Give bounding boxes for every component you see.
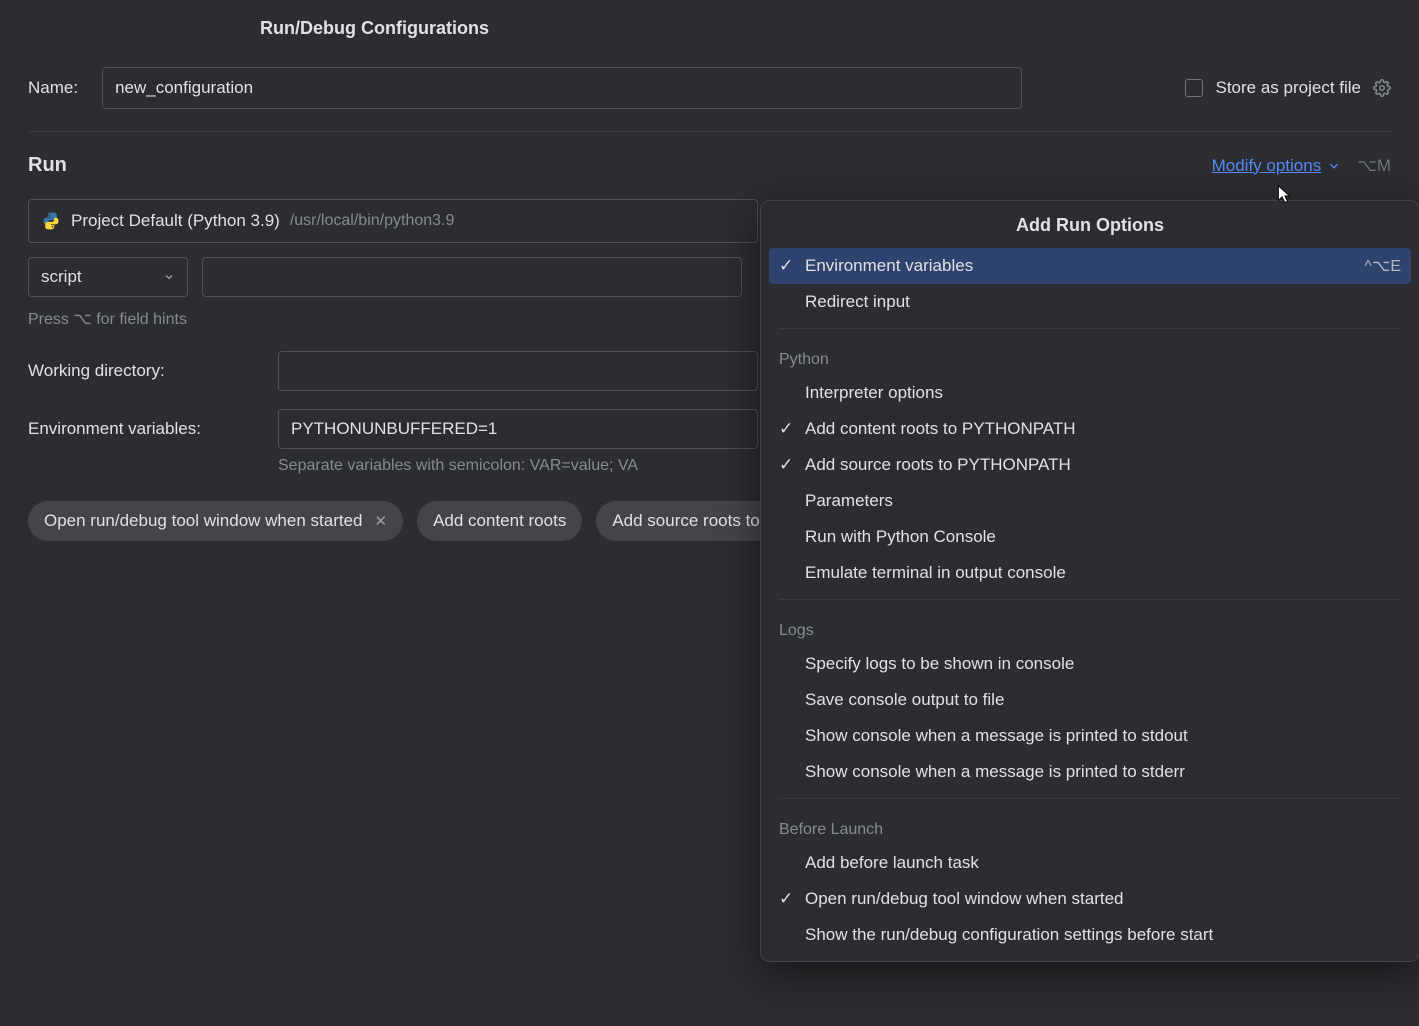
menu-label: Save console output to file xyxy=(805,690,1004,710)
menu-separator xyxy=(779,599,1401,600)
menu-section-logs: Logs xyxy=(761,608,1419,646)
menu-label: Redirect input xyxy=(805,292,910,312)
script-path-input[interactable] xyxy=(202,257,742,297)
gear-icon[interactable] xyxy=(1373,79,1391,97)
menu-item-content-roots[interactable]: ✓ Add content roots to PYTHONPATH xyxy=(761,411,1419,447)
menu-label: Open run/debug tool window when started xyxy=(805,889,1123,909)
interpreter-path: /usr/local/bin/python3.9 xyxy=(290,212,455,230)
menu-item-source-roots[interactable]: ✓ Add source roots to PYTHONPATH xyxy=(761,447,1419,483)
menu-section-python: Python xyxy=(761,337,1419,375)
menu-item-python-console[interactable]: Run with Python Console xyxy=(761,519,1419,555)
menu-item-show-stderr[interactable]: Show console when a message is printed t… xyxy=(761,754,1419,790)
menu-section-before-launch: Before Launch xyxy=(761,807,1419,845)
menu-item-show-stdout[interactable]: Show console when a message is printed t… xyxy=(761,718,1419,754)
menu-item-open-tool-window[interactable]: ✓ Open run/debug tool window when starte… xyxy=(761,881,1419,917)
menu-separator xyxy=(779,328,1401,329)
store-label: Store as project file xyxy=(1215,78,1361,98)
menu-item-parameters[interactable]: Parameters xyxy=(761,483,1419,519)
chip-add-content-roots[interactable]: Add content roots xyxy=(417,501,582,541)
name-label: Name: xyxy=(28,78,78,98)
modify-shortcut: ⌥M xyxy=(1357,156,1391,176)
menu-item-redirect-input[interactable]: Redirect input xyxy=(761,284,1419,320)
popup-title: Add Run Options xyxy=(761,201,1419,248)
menu-item-show-settings-before-start[interactable]: Show the run/debug configuration setting… xyxy=(761,917,1419,953)
close-icon[interactable]: ✕ xyxy=(374,512,387,530)
chevron-down-icon xyxy=(163,271,175,283)
chip-label: Open run/debug tool window when started xyxy=(44,511,362,531)
menu-label: Add source roots to PYTHONPATH xyxy=(805,455,1071,475)
check-icon: ✓ xyxy=(779,455,805,475)
check-icon: ✓ xyxy=(779,889,805,909)
menu-separator xyxy=(779,798,1401,799)
python-icon xyxy=(41,211,61,231)
interpreter-dropdown[interactable]: Project Default (Python 3.9) /usr/local/… xyxy=(28,199,758,243)
env-vars-input[interactable] xyxy=(278,409,758,449)
run-section-title: Run xyxy=(28,154,67,177)
menu-item-env-vars[interactable]: ✓ Environment variables ^⌥E xyxy=(769,248,1411,284)
menu-item-save-console[interactable]: Save console output to file xyxy=(761,682,1419,718)
env-vars-label: Environment variables: xyxy=(28,419,278,439)
menu-label: Parameters xyxy=(805,491,893,511)
add-run-options-popup: Add Run Options ✓ Environment variables … xyxy=(760,200,1419,962)
name-input[interactable] xyxy=(102,67,1022,109)
menu-label: Environment variables xyxy=(805,256,973,276)
working-dir-input[interactable] xyxy=(278,351,758,391)
menu-shortcut: ^⌥E xyxy=(1364,256,1401,276)
menu-item-interpreter-options[interactable]: Interpreter options xyxy=(761,375,1419,411)
menu-label: Interpreter options xyxy=(805,383,943,403)
menu-label: Add before launch task xyxy=(805,853,979,873)
menu-label: Run with Python Console xyxy=(805,527,996,547)
interpreter-name: Project Default (Python 3.9) xyxy=(71,211,280,231)
dialog-title: Run/Debug Configurations xyxy=(0,0,1419,39)
working-dir-label: Working directory: xyxy=(28,361,278,381)
menu-label: Show console when a message is printed t… xyxy=(805,762,1185,782)
menu-item-before-launch-task[interactable]: Add before launch task xyxy=(761,845,1419,881)
menu-label: Show console when a message is printed t… xyxy=(805,726,1188,746)
script-type-value: script xyxy=(41,267,82,287)
check-icon: ✓ xyxy=(779,256,805,276)
menu-label: Show the run/debug configuration setting… xyxy=(805,925,1213,945)
script-type-select[interactable]: script xyxy=(28,257,188,297)
check-icon: ✓ xyxy=(779,419,805,439)
divider xyxy=(28,131,1391,132)
chip-open-tool-window[interactable]: Open run/debug tool window when started … xyxy=(28,501,403,541)
menu-label: Emulate terminal in output console xyxy=(805,563,1066,583)
menu-item-specify-logs[interactable]: Specify logs to be shown in console xyxy=(761,646,1419,682)
menu-label: Specify logs to be shown in console xyxy=(805,654,1074,674)
chevron-down-icon xyxy=(1327,159,1341,173)
modify-options-link[interactable]: Modify options xyxy=(1212,156,1322,176)
chip-label: Add content roots xyxy=(433,511,566,531)
menu-item-emulate-terminal[interactable]: Emulate terminal in output console xyxy=(761,555,1419,591)
menu-label: Add content roots to PYTHONPATH xyxy=(805,419,1076,439)
store-checkbox[interactable] xyxy=(1185,79,1203,97)
